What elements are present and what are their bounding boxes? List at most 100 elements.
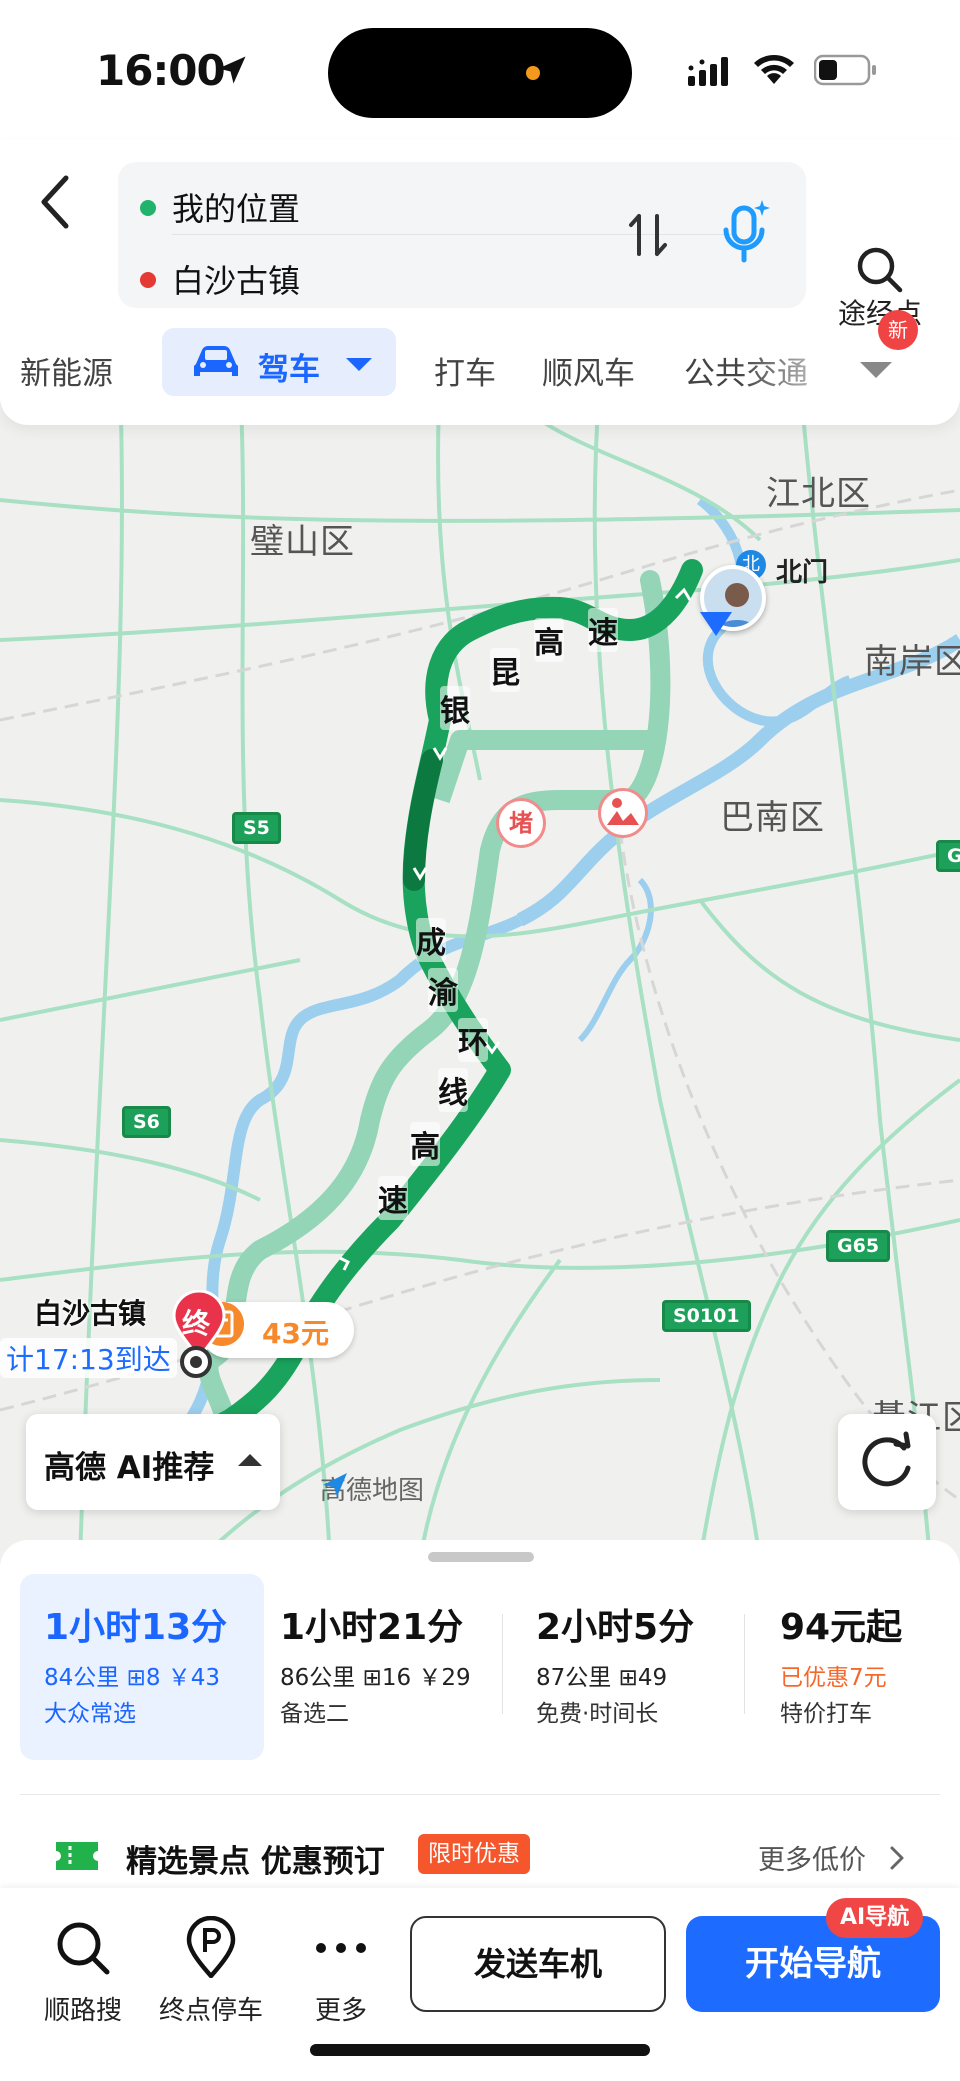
ai-recommend-label: 高德 AI推荐	[44, 1450, 215, 1486]
destination-dot	[140, 272, 156, 288]
route-header: 我的位置 白沙古镇 途经点 新能源 驾车 打车 顺风车 新	[0, 140, 960, 425]
dynamic-island	[328, 28, 632, 118]
wifi-icon	[754, 55, 794, 84]
parking-pin-icon	[186, 1916, 236, 1978]
route-option-separator	[502, 1614, 503, 1714]
district-label-jiangbei: 江北区	[766, 474, 871, 514]
chevron-up-icon	[238, 1454, 262, 1466]
route-input-box: 我的位置 白沙古镇	[118, 162, 806, 308]
waypoint-button[interactable]: 途经点	[830, 192, 930, 330]
privacy-indicator-dot	[526, 66, 540, 80]
highway-shield: S0101	[662, 1300, 751, 1332]
ticket-icon	[56, 1842, 98, 1870]
highway-shield: G65	[826, 1230, 891, 1262]
poi-label-north-gate: 北门	[776, 558, 829, 588]
route-road-char: 速	[378, 1176, 408, 1220]
route-option-meta: 87公里 ⊞49	[536, 1665, 668, 1691]
destination-parking-label: 终点停车	[158, 1996, 263, 2026]
route-option-3[interactable]: 2小时5分 87公里 ⊞49 免费·时间长	[512, 1574, 746, 1760]
tab-new-energy[interactable]: 新能源	[20, 348, 113, 393]
battery-icon	[814, 54, 876, 86]
main-route-dark-segment	[403, 749, 443, 891]
status-bar: 16:00	[0, 0, 960, 140]
new-badge: 新	[878, 310, 918, 350]
cellular-signal-icon	[688, 57, 728, 86]
tab-carpool[interactable]: 顺风车	[542, 348, 635, 393]
voice-mic-icon[interactable]	[716, 198, 774, 268]
promo-title: 精选景点 优惠预订	[126, 1844, 385, 1880]
more-dots-icon	[316, 1943, 366, 1953]
location-arrow-icon	[218, 56, 246, 84]
taxi-tag: 特价打车	[780, 1701, 872, 1727]
sheet-divider	[20, 1794, 940, 1795]
tab-taxi[interactable]: 打车	[434, 348, 496, 393]
route-road-char: 渝	[428, 968, 458, 1012]
search-icon	[57, 1922, 110, 1975]
district-label-banan: 巴南区	[720, 798, 825, 838]
taxi-discount: 已优惠7元	[780, 1665, 887, 1691]
route-option-tag: 大众常选	[44, 1701, 136, 1727]
highway-shield: G	[936, 840, 960, 872]
car-icon	[194, 346, 238, 376]
river	[577, 877, 654, 1043]
destination-ring-icon	[180, 1346, 212, 1378]
destination-map-label: 白沙古镇	[34, 1297, 147, 1330]
route-option-2[interactable]: 1小时21分 86公里 ⊞16 ￥29 备选二	[256, 1574, 490, 1760]
route-option-taxi[interactable]: 94元起 已优惠7元 特价打车	[756, 1574, 960, 1760]
route-road-char: 线	[438, 1068, 468, 1112]
home-indicator	[310, 2044, 650, 2056]
highway-shield: S6	[122, 1106, 171, 1138]
route-option-separator	[744, 1614, 745, 1714]
route-option-time: 1小时21分	[280, 1607, 464, 1648]
route-option-time: 1小时13分	[44, 1607, 228, 1648]
map-view[interactable]: 江北区 璧山区 南岸区 巴南区 綦江区 银 昆 高 速 成 渝 环 线 高 速 …	[0, 380, 960, 1560]
end-pin-label: 终	[182, 1307, 211, 1340]
route-road-char: 高	[410, 1122, 440, 1166]
route-road-char: 银	[440, 686, 470, 730]
eta-label: 计17:13到达	[0, 1338, 177, 1378]
route-option-tag: 备选二	[280, 1701, 349, 1727]
sheet-drag-handle[interactable]	[428, 1552, 534, 1562]
destination-parking-button[interactable]: 终点停车	[156, 1908, 266, 2028]
route-road-char: 速	[588, 608, 618, 652]
amap-logo: 高德地图	[320, 1470, 424, 1507]
back-chevron-icon[interactable]	[34, 172, 78, 232]
more-actions-label: 更多	[314, 1996, 367, 2026]
tab-drive[interactable]: 驾车	[162, 328, 396, 396]
construction-marker[interactable]	[598, 788, 648, 838]
refresh-route-button[interactable]	[838, 1414, 936, 1510]
along-route-search-button[interactable]: 顺路搜	[28, 1908, 138, 2028]
origin-dot	[140, 200, 156, 216]
highway-shield: S5	[232, 812, 281, 844]
traffic-jam-marker[interactable]: 堵	[496, 798, 546, 848]
route-option-time: 2小时5分	[536, 1607, 695, 1648]
tab-fade-overlay	[740, 338, 860, 398]
route-option-meta: 84公里 ⊞8 ￥43	[44, 1665, 221, 1691]
route-road-char: 高	[534, 618, 564, 662]
more-modes-caret-icon[interactable]	[860, 362, 892, 378]
more-actions-button[interactable]: 更多	[286, 1908, 396, 2028]
status-time: 16:00	[96, 46, 226, 95]
along-route-search-label: 顺路搜	[43, 1996, 122, 2026]
refresh-icon	[862, 1431, 911, 1487]
destination-field[interactable]: 白沙古镇	[172, 256, 300, 302]
taxi-price: 94元起	[780, 1607, 903, 1648]
swap-icon[interactable]	[626, 210, 670, 260]
travel-mode-tabs: 新能源 驾车 打车 顺风车 公共交通 新	[0, 310, 960, 406]
ai-recommend-button[interactable]: 高德 AI推荐	[26, 1414, 280, 1510]
route-option-1[interactable]: 1小时13分 84公里 ⊞8 ￥43 大众常选	[20, 1574, 264, 1760]
tab-drive-label: 驾车	[258, 352, 320, 388]
promo-more-link[interactable]: 更多低价	[758, 1838, 866, 1877]
promo-badge: 限时优惠	[418, 1834, 530, 1874]
origin-field[interactable]: 我的位置	[172, 184, 300, 230]
toll-amount: 43元	[262, 1317, 329, 1350]
send-to-car-button[interactable]: 发送车机	[410, 1916, 666, 2012]
route-road-char: 昆	[490, 648, 520, 692]
chevron-right-icon	[890, 1846, 904, 1870]
district-label-bishan: 璧山区	[250, 522, 355, 562]
construction-icon	[607, 798, 639, 825]
route-option-tag: 免费·时间长	[536, 1701, 659, 1727]
amap-logo-icon	[323, 1473, 347, 1497]
current-location-arrow-icon	[700, 612, 732, 636]
chevron-down-icon	[346, 358, 372, 371]
